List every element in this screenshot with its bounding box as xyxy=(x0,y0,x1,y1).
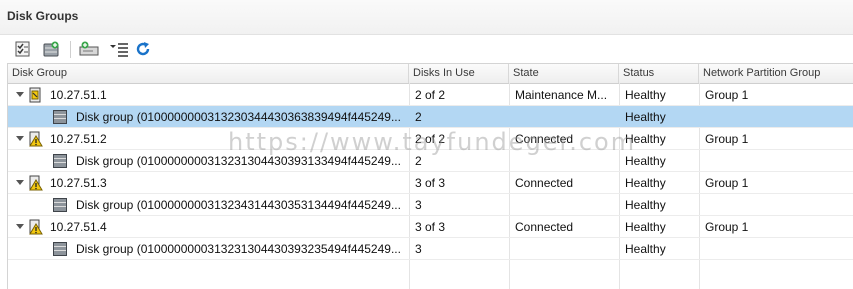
host-name: 10.27.51.3 xyxy=(50,176,107,190)
disk-group-name: Disk group (0100000000313231304430393133… xyxy=(76,154,401,168)
state: Maintenance M... xyxy=(515,88,608,102)
toolbar-separator xyxy=(70,41,71,58)
list-options-icon[interactable] xyxy=(108,39,130,59)
host-name: 10.27.51.4 xyxy=(50,220,107,234)
partition-group xyxy=(699,106,853,128)
status: Healthy xyxy=(625,242,666,256)
partition-group: Group 1 xyxy=(705,88,749,102)
state xyxy=(509,150,619,172)
table-row[interactable]: 10.27.51.1 2 of 2 Maintenance M... Healt… xyxy=(8,84,853,106)
state xyxy=(509,194,619,216)
host-maintenance-icon xyxy=(29,87,41,103)
disks-in-use: 3 xyxy=(415,198,422,212)
partition-group xyxy=(699,238,853,260)
column-header-status[interactable]: Status xyxy=(619,64,699,83)
disks-in-use: 3 of 3 xyxy=(415,220,446,234)
status: Healthy xyxy=(625,154,666,168)
state xyxy=(509,238,619,260)
empty-row xyxy=(8,260,853,284)
table-row[interactable]: 10.27.51.3 3 of 3 Connected Healthy Grou… xyxy=(8,172,853,194)
disks-in-use: 2 xyxy=(415,154,422,168)
disk-groups-table: Disk Group Disks In Use State Status Net… xyxy=(7,63,853,289)
table-row[interactable]: Disk group (0100000000313231304430393235… xyxy=(8,238,853,260)
table-row[interactable]: 10.27.51.4 3 of 3 Connected Healthy Grou… xyxy=(8,216,853,238)
state xyxy=(509,106,619,128)
table-row[interactable]: Disk group (0100000000313231304430393133… xyxy=(8,150,853,172)
status: Healthy xyxy=(625,176,666,190)
expand-chevron-icon[interactable] xyxy=(16,224,24,229)
state: Connected xyxy=(515,176,574,190)
partition-group: Group 1 xyxy=(705,132,749,146)
partition-group xyxy=(699,194,853,216)
host-warning-icon xyxy=(29,175,43,191)
disk-group-name: Disk group (0100000000313231304430393235… xyxy=(76,242,401,256)
disk-group-name: Disk group (0100000000313230344430363839… xyxy=(76,110,401,124)
table-row[interactable]: Disk group (0100000000313234314430353134… xyxy=(8,194,853,216)
panel-title: Disk Groups xyxy=(7,9,79,23)
expand-chevron-icon[interactable] xyxy=(16,92,24,97)
expand-chevron-icon[interactable] xyxy=(16,136,24,141)
status: Healthy xyxy=(625,132,666,146)
disks-in-use: 2 of 2 xyxy=(415,132,446,146)
disk-group-icon xyxy=(53,110,67,124)
partition-group xyxy=(699,150,853,172)
host-warning-icon xyxy=(29,131,43,147)
refresh-icon[interactable] xyxy=(134,39,152,59)
disks-in-use: 2 xyxy=(415,110,422,124)
disk-group-name: Disk group (0100000000313234314430353134… xyxy=(76,198,401,212)
column-header-disk-group[interactable]: Disk Group xyxy=(8,64,409,83)
host-name: 10.27.51.2 xyxy=(50,132,107,146)
host-warning-icon xyxy=(29,219,43,235)
state: Connected xyxy=(515,220,574,234)
disk-group-icon xyxy=(53,242,67,256)
column-header-disks-in-use[interactable]: Disks In Use xyxy=(409,64,509,83)
table-header: Disk Group Disks In Use State Status Net… xyxy=(8,64,853,84)
column-header-network-partition-group[interactable]: Network Partition Group xyxy=(699,64,853,83)
partition-group: Group 1 xyxy=(705,220,749,234)
status: Healthy xyxy=(625,110,666,124)
claim-disks-icon[interactable] xyxy=(14,39,32,59)
status: Healthy xyxy=(625,198,666,212)
partition-group: Group 1 xyxy=(705,176,749,190)
disks-in-use: 3 xyxy=(415,242,422,256)
column-header-state[interactable]: State xyxy=(509,64,619,83)
add-disk-icon[interactable] xyxy=(78,39,102,59)
state: Connected xyxy=(515,132,574,146)
disks-in-use: 3 of 3 xyxy=(415,176,446,190)
host-name: 10.27.51.1 xyxy=(50,88,107,102)
table-row[interactable]: Disk group (0100000000313230344430363839… xyxy=(8,106,853,128)
disk-group-icon xyxy=(53,198,67,212)
toolbar xyxy=(0,35,853,63)
create-disk-group-icon[interactable] xyxy=(42,39,60,59)
status: Healthy xyxy=(625,220,666,234)
table-row[interactable]: 10.27.51.2 2 of 2 Connected Healthy Grou… xyxy=(8,128,853,150)
panel-header: Disk Groups xyxy=(0,0,853,35)
status: Healthy xyxy=(625,88,666,102)
expand-chevron-icon[interactable] xyxy=(16,180,24,185)
disk-group-icon xyxy=(53,154,67,168)
disks-in-use: 2 of 2 xyxy=(415,88,446,102)
